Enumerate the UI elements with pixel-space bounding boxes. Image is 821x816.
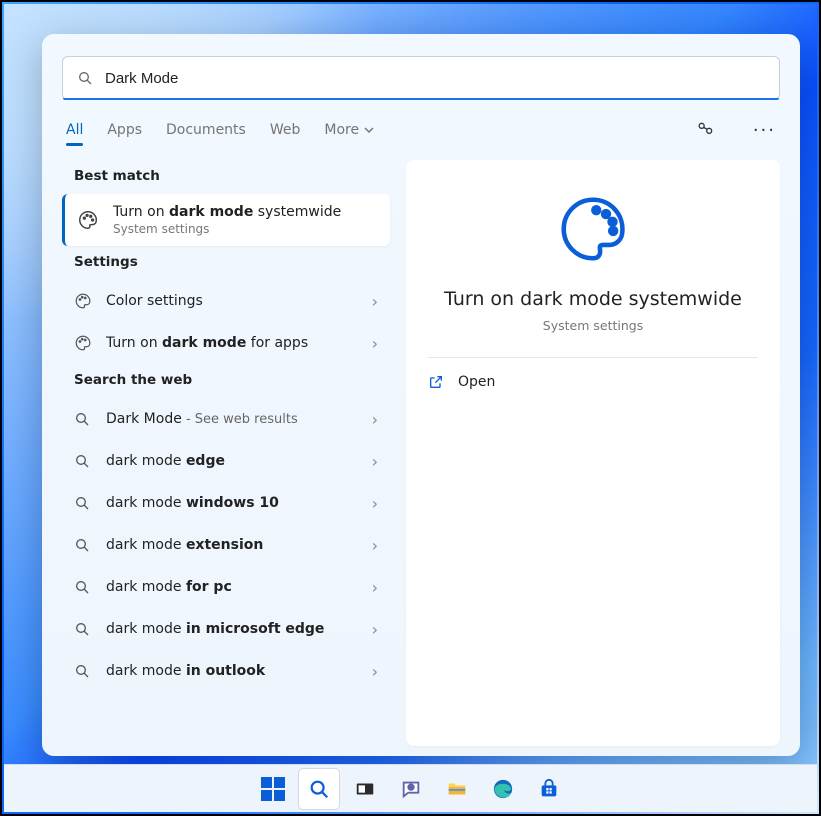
open-action[interactable]: Open — [428, 374, 758, 390]
taskbar-search-button[interactable] — [299, 769, 339, 809]
search-icon — [74, 410, 92, 428]
search-box[interactable] — [62, 56, 780, 100]
chevron-right-icon: › — [372, 620, 378, 639]
settings-result-color[interactable]: Color settings › — [62, 280, 390, 322]
open-external-icon — [428, 374, 444, 390]
edge-button[interactable] — [483, 769, 523, 809]
chat-button[interactable] — [391, 769, 431, 809]
store-icon — [538, 778, 560, 800]
web-result[interactable]: dark mode for pc› — [62, 566, 390, 608]
chevron-down-icon — [364, 125, 374, 135]
web-result[interactable]: Dark Mode - See web results› — [62, 398, 390, 440]
chevron-right-icon: › — [372, 662, 378, 681]
section-web: Search the web — [62, 364, 390, 398]
chevron-right-icon: › — [372, 536, 378, 555]
start-button[interactable] — [253, 769, 293, 809]
org-search-icon[interactable] — [695, 120, 715, 140]
chevron-right-icon: › — [372, 292, 378, 311]
palette-icon — [74, 292, 92, 310]
tab-apps[interactable]: Apps — [107, 116, 142, 144]
section-settings: Settings — [62, 246, 390, 280]
palette-icon — [77, 209, 99, 231]
taskbar — [4, 764, 817, 812]
chevron-right-icon: › — [372, 578, 378, 597]
best-match-title: Turn on dark mode systemwide — [113, 204, 341, 220]
chevron-right-icon: › — [372, 410, 378, 429]
search-input[interactable] — [105, 70, 765, 87]
task-view-button[interactable] — [345, 769, 385, 809]
tab-web[interactable]: Web — [270, 116, 301, 144]
search-icon — [74, 494, 92, 512]
tab-documents[interactable]: Documents — [166, 116, 246, 144]
preview-pane: Turn on dark mode systemwide System sett… — [406, 160, 780, 746]
chevron-right-icon: › — [372, 334, 378, 353]
preview-title: Turn on dark mode systemwide — [428, 288, 758, 310]
search-icon — [74, 536, 92, 554]
tabs: All Apps Documents Web More ··· — [62, 116, 780, 144]
chevron-right-icon: › — [372, 452, 378, 471]
web-result[interactable]: dark mode windows 10› — [62, 482, 390, 524]
chat-icon — [400, 778, 422, 800]
web-result[interactable]: dark mode in outlook› — [62, 650, 390, 692]
search-icon — [77, 70, 93, 86]
folder-icon — [446, 778, 468, 800]
section-best-match: Best match — [62, 160, 390, 194]
search-icon — [74, 662, 92, 680]
file-explorer-button[interactable] — [437, 769, 477, 809]
search-icon — [308, 778, 330, 800]
windows-logo-icon — [261, 777, 285, 801]
web-result[interactable]: dark mode edge› — [62, 440, 390, 482]
settings-result-dark-apps[interactable]: Turn on dark mode for apps › — [62, 322, 390, 364]
chevron-right-icon: › — [372, 494, 378, 513]
store-button[interactable] — [529, 769, 569, 809]
web-result[interactable]: dark mode extension› — [62, 524, 390, 566]
tab-all[interactable]: All — [66, 116, 83, 144]
search-icon — [74, 620, 92, 638]
more-options-icon[interactable]: ··· — [753, 120, 776, 141]
best-match-result[interactable]: Turn on dark mode systemwide System sett… — [62, 194, 390, 246]
preview-subtitle: System settings — [428, 318, 758, 333]
palette-icon — [74, 334, 92, 352]
tab-more[interactable]: More — [324, 116, 373, 144]
edge-icon — [492, 778, 514, 800]
preview-icon — [428, 190, 758, 268]
search-icon — [74, 452, 92, 470]
task-view-icon — [354, 778, 376, 800]
search-icon — [74, 578, 92, 596]
best-match-subtitle: System settings — [113, 222, 341, 236]
search-panel: All Apps Documents Web More ··· Best mat… — [42, 34, 800, 756]
web-result[interactable]: dark mode in microsoft edge› — [62, 608, 390, 650]
results-list: Best match Turn on dark mode systemwide … — [62, 160, 390, 746]
